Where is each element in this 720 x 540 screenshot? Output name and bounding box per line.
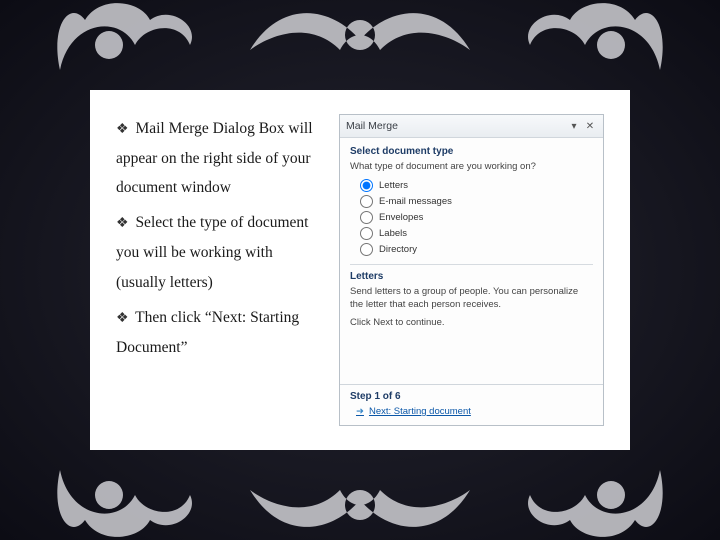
next-link-text: Next: Starting document bbox=[369, 406, 471, 417]
section-question: What type of document are you working on… bbox=[350, 161, 593, 173]
step-indicator: Step 1 of 6 bbox=[350, 391, 593, 402]
radio-input[interactable] bbox=[360, 211, 373, 224]
diamond-bullet-icon: ❖ bbox=[116, 216, 129, 231]
pane-header: Mail Merge ▾ ✕ bbox=[340, 115, 603, 138]
radio-input[interactable] bbox=[360, 227, 373, 240]
instruction-item: ❖ Mail Merge Dialog Box will appear on t… bbox=[116, 114, 323, 202]
pane-footer: Step 1 of 6 ➜ Next: Starting document bbox=[340, 384, 603, 425]
mail-merge-task-pane: Mail Merge ▾ ✕ Select document type What… bbox=[339, 114, 604, 426]
option-label: Labels bbox=[379, 228, 407, 239]
instruction-text: Select the type of document you will be … bbox=[116, 214, 308, 290]
next-starting-document-link[interactable]: ➜ Next: Starting document bbox=[356, 406, 593, 417]
subsection-description: Send letters to a group of people. You c… bbox=[350, 286, 593, 311]
section-title: Select document type bbox=[350, 146, 593, 157]
radio-input[interactable] bbox=[360, 179, 373, 192]
radio-input[interactable] bbox=[360, 243, 373, 256]
instructions-column: ❖ Mail Merge Dialog Box will appear on t… bbox=[116, 114, 323, 426]
pane-body: Select document type What type of docume… bbox=[340, 138, 603, 384]
instruction-text: Then click “Next: Starting Document” bbox=[116, 309, 299, 356]
diamond-bullet-icon: ❖ bbox=[116, 122, 129, 137]
ornament-bottom-center bbox=[230, 440, 490, 540]
instruction-text: Mail Merge Dialog Box will appear on the… bbox=[116, 120, 313, 196]
radio-input[interactable] bbox=[360, 195, 373, 208]
document-type-options: Letters E-mail messages Envelopes Labels… bbox=[360, 179, 593, 256]
option-label: Letters bbox=[379, 180, 408, 191]
option-letters[interactable]: Letters bbox=[360, 179, 593, 192]
option-email-messages[interactable]: E-mail messages bbox=[360, 195, 593, 208]
option-label: E-mail messages bbox=[379, 196, 452, 207]
option-label: Envelopes bbox=[379, 212, 423, 223]
option-directory[interactable]: Directory bbox=[360, 243, 593, 256]
instruction-item: ❖ Then click “Next: Starting Document” bbox=[116, 303, 323, 362]
instruction-item: ❖ Select the type of document you will b… bbox=[116, 208, 323, 296]
continue-hint: Click Next to continue. bbox=[350, 317, 593, 329]
option-envelopes[interactable]: Envelopes bbox=[360, 211, 593, 224]
slide-content: ❖ Mail Merge Dialog Box will appear on t… bbox=[90, 90, 630, 450]
option-labels[interactable]: Labels bbox=[360, 227, 593, 240]
pane-title: Mail Merge bbox=[346, 120, 565, 132]
subsection-title: Letters bbox=[350, 271, 593, 282]
option-label: Directory bbox=[379, 244, 417, 255]
divider bbox=[350, 264, 593, 265]
close-button[interactable]: ✕ bbox=[583, 119, 597, 133]
arrow-right-icon: ➜ bbox=[356, 406, 364, 417]
diamond-bullet-icon: ❖ bbox=[116, 311, 129, 326]
dropdown-button[interactable]: ▾ bbox=[567, 119, 581, 133]
ornament-top-center bbox=[230, 0, 490, 100]
